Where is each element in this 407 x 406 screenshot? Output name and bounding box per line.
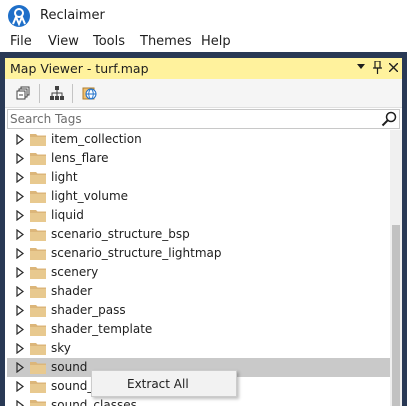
expand-arrow-icon[interactable] bbox=[16, 191, 24, 202]
panel-title: Map Viewer - turf.map bbox=[10, 61, 149, 76]
tree-item[interactable]: liquid bbox=[7, 206, 390, 225]
folder-icon bbox=[30, 324, 46, 336]
expand-arrow-icon[interactable] bbox=[16, 362, 24, 373]
scrollbar-thumb[interactable] bbox=[392, 225, 400, 406]
tree-item[interactable]: sky bbox=[7, 339, 390, 358]
tree-item[interactable]: light_volume bbox=[7, 187, 390, 206]
toolbar-separator bbox=[72, 84, 73, 103]
folder-icon bbox=[30, 343, 46, 355]
dropdown-icon[interactable] bbox=[357, 64, 365, 70]
tree-item[interactable]: scenario_structure_bsp bbox=[7, 225, 390, 244]
title-bar: Reclaimer bbox=[0, 0, 407, 32]
app-title: Reclaimer bbox=[40, 8, 105, 23]
tree-item-label: liquid bbox=[51, 208, 84, 222]
expand-arrow-icon[interactable] bbox=[16, 324, 24, 335]
tree-item-label: scenario_structure_lightmap bbox=[51, 246, 222, 260]
folder-icon bbox=[30, 191, 46, 203]
collapse-all-icon[interactable] bbox=[15, 84, 33, 102]
tree-item-label: sound_ bbox=[51, 379, 94, 393]
close-icon[interactable] bbox=[389, 63, 398, 72]
tree-item-label: light bbox=[51, 170, 78, 184]
search-box[interactable] bbox=[7, 109, 400, 129]
folder-icon bbox=[30, 248, 46, 260]
tree-item-label: shader_template bbox=[51, 322, 153, 336]
folder-icon bbox=[30, 305, 46, 317]
expand-arrow-icon[interactable] bbox=[16, 343, 24, 354]
search-input[interactable] bbox=[10, 111, 380, 127]
folder-icon bbox=[30, 153, 46, 165]
tree-item[interactable]: light bbox=[7, 168, 390, 187]
panel-header: Map Viewer - turf.map bbox=[5, 58, 402, 79]
tree-item-label: sound_classes bbox=[51, 398, 137, 406]
folder-icon bbox=[30, 381, 46, 393]
tag-tree: item_collection lens_flarelight light_volu… bbox=[7, 130, 390, 406]
expand-arrow-icon[interactable] bbox=[16, 381, 24, 392]
tree-scrollbar[interactable] bbox=[390, 130, 402, 406]
folder-icon bbox=[30, 134, 46, 146]
tree-item-label: lens_flare bbox=[51, 151, 109, 165]
expand-arrow-icon[interactable] bbox=[16, 134, 24, 145]
tree-item[interactable]: shader_pass bbox=[7, 301, 390, 320]
expand-arrow-icon[interactable] bbox=[16, 267, 24, 278]
reclaimer-logo-icon bbox=[8, 5, 30, 27]
tree-item[interactable]: scenario_structure_lightmap bbox=[7, 244, 390, 263]
expand-arrow-icon[interactable] bbox=[16, 400, 24, 406]
tree-item-label: shader bbox=[51, 284, 93, 298]
folder-icon bbox=[30, 267, 46, 279]
expand-arrow-icon[interactable] bbox=[16, 153, 24, 164]
tree-item-label: item_collection bbox=[51, 132, 142, 146]
tree-item-label: sky bbox=[51, 341, 71, 355]
folder-icon bbox=[30, 172, 46, 184]
expand-arrow-icon[interactable] bbox=[16, 286, 24, 297]
tree-item-label: shader_pass bbox=[51, 303, 126, 317]
tree-item-label: scenery bbox=[51, 265, 99, 279]
tree-item-label: sound bbox=[51, 360, 88, 374]
hierarchy-view-icon[interactable] bbox=[48, 84, 66, 102]
tree-item[interactable]: shader_template bbox=[7, 320, 390, 339]
expand-arrow-icon[interactable] bbox=[16, 305, 24, 316]
tree-item[interactable]: item_collection bbox=[7, 130, 390, 149]
expand-arrow-icon[interactable] bbox=[16, 172, 24, 183]
context-menu-extract-all[interactable]: Extract All bbox=[127, 377, 189, 391]
search-icon[interactable] bbox=[381, 111, 397, 127]
tree-item[interactable]: lens_flare bbox=[7, 149, 390, 168]
menu-bar: File View Tools Themes Help bbox=[0, 32, 407, 52]
menu-themes[interactable]: Themes bbox=[140, 34, 192, 49]
folder-icon bbox=[30, 286, 46, 298]
globe-view-icon[interactable] bbox=[81, 84, 99, 102]
menu-file[interactable]: File bbox=[10, 34, 32, 49]
folder-icon bbox=[30, 229, 46, 241]
panel-toolbar bbox=[5, 79, 402, 108]
expand-arrow-icon[interactable] bbox=[16, 229, 24, 240]
folder-icon bbox=[30, 400, 46, 406]
menu-view[interactable]: View bbox=[48, 34, 79, 49]
context-menu: Extract All bbox=[91, 370, 237, 397]
pin-icon[interactable] bbox=[373, 61, 382, 74]
tree-item[interactable]: shader bbox=[7, 282, 390, 301]
menu-tools[interactable]: Tools bbox=[93, 34, 125, 49]
toolbar-separator bbox=[39, 84, 40, 103]
folder-icon bbox=[30, 362, 46, 374]
tree-item[interactable]: sound_classes bbox=[7, 396, 390, 406]
expand-arrow-icon[interactable] bbox=[16, 210, 24, 221]
tree-item-label: light_volume bbox=[51, 189, 129, 203]
menu-help[interactable]: Help bbox=[201, 34, 231, 49]
tree-item[interactable]: scenery bbox=[7, 263, 390, 282]
expand-arrow-icon[interactable] bbox=[16, 248, 24, 259]
folder-icon bbox=[30, 210, 46, 222]
tree-item-label: scenario_structure_bsp bbox=[51, 227, 190, 241]
